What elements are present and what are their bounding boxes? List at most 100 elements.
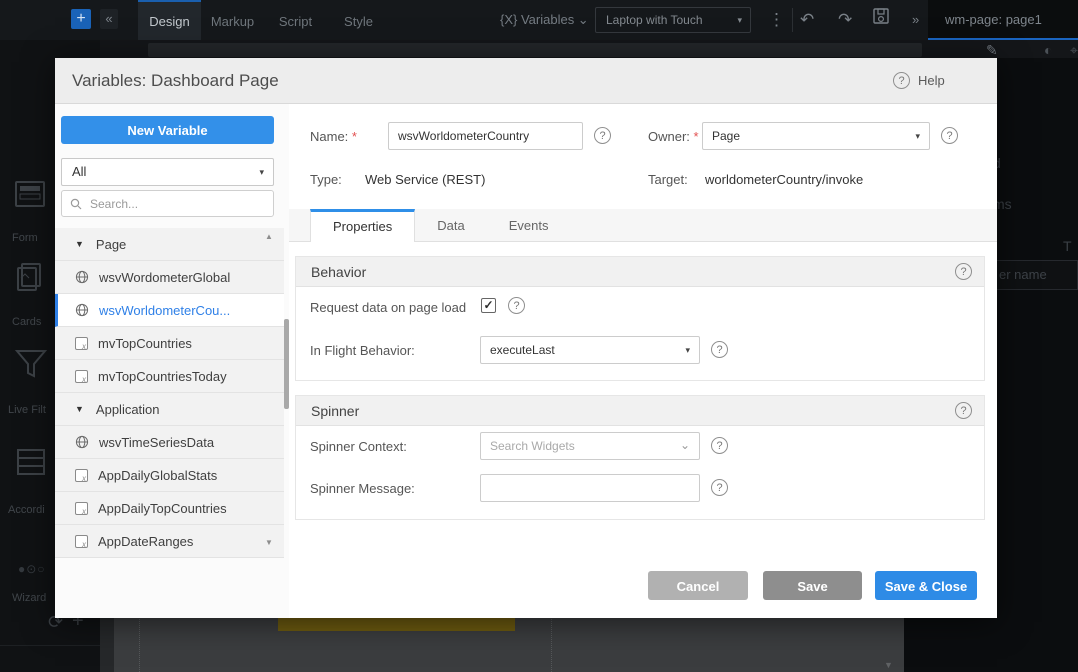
variable-label: AppDailyGlobalStats (98, 468, 217, 483)
device-selector[interactable]: Laptop with Touch ▾ (595, 7, 751, 33)
tab-events[interactable]: Events (487, 209, 571, 241)
request-data-help-icon[interactable]: ? (508, 297, 525, 314)
cards-widget-icon[interactable] (16, 262, 44, 297)
variable-item-selected[interactable]: wsvWorldometerCou... (55, 294, 284, 327)
type-label: Type: (310, 172, 342, 187)
undo-icon[interactable]: ↶ (800, 8, 814, 32)
chevron-down-icon: ▾ (259, 159, 264, 185)
variable-filter-select[interactable]: All ▾ (61, 158, 274, 186)
redo-icon[interactable]: ↷ (838, 8, 852, 32)
help-label: Help (918, 73, 945, 88)
variable-group-page[interactable]: ▼ Page (55, 228, 284, 261)
target-value: worldometerCountry/invoke (705, 172, 863, 187)
canvas-caret-icon: ▼ (884, 660, 893, 670)
tab-style[interactable]: Style (327, 0, 390, 40)
pencil-icon[interactable]: ✎ (986, 42, 998, 59)
tab-markup[interactable]: Markup (201, 0, 264, 40)
save-button[interactable]: Save (763, 571, 862, 600)
variable-search-box[interactable] (61, 190, 274, 217)
spinner-context-label: Spinner Context: (310, 439, 407, 454)
variable-item[interactable]: wsvWordometerGlobal (55, 261, 284, 294)
model-variable-icon: x (75, 337, 88, 350)
accordion-widget-label: Accordi (8, 504, 45, 516)
required-marker: * (694, 129, 699, 144)
expand-panel-button[interactable]: » (912, 8, 919, 32)
tab-design[interactable]: Design (138, 0, 201, 40)
spinner-help-icon[interactable]: ? (955, 402, 972, 419)
wizard-widget-icon[interactable]: ●⊙○ (18, 562, 46, 576)
scroll-up-icon[interactable]: ▲ (265, 232, 273, 241)
spinner-context-select[interactable]: Search Widgets ⌄ (480, 432, 700, 460)
variable-label: wsvTimeSeriesData (99, 435, 214, 450)
form-widget-label: Form (12, 232, 38, 244)
design-canvas[interactable]: ▼ (114, 612, 904, 672)
palette-icon[interactable]: ◐ (1044, 42, 1052, 58)
collapse-panel-button[interactable]: « (100, 9, 118, 29)
new-variable-button[interactable]: New Variable (61, 116, 274, 144)
name-help-icon[interactable]: ? (594, 127, 611, 144)
top-toolbar: + « Design Markup Script Style {X} Varia… (0, 0, 1078, 40)
owner-select[interactable]: Page ▾ (702, 122, 930, 150)
save-and-close-button[interactable]: Save & Close (875, 571, 977, 600)
variable-detail-tabs: Properties Data Events (289, 209, 997, 242)
save-icon[interactable] (872, 7, 890, 32)
search-input[interactable] (88, 196, 265, 212)
variable-label: wsvWorldometerCou... (99, 303, 230, 318)
spinner-context-help-icon[interactable]: ? (711, 437, 728, 454)
help-button[interactable]: ? Help (893, 72, 945, 89)
spinner-title: Spinner (311, 403, 359, 419)
tab-data[interactable]: Data (415, 209, 486, 241)
right-panel-input-fragment[interactable]: er name (990, 260, 1078, 290)
variable-item[interactable]: x AppDailyTopCountries (55, 492, 284, 525)
request-data-label: Request data on page load (310, 300, 466, 315)
inspect-icon[interactable]: ⌖ (1070, 42, 1078, 59)
model-variable-icon: x (75, 502, 88, 515)
cards-widget-label: Cards (12, 316, 41, 328)
rail-divider (0, 645, 100, 646)
variables-dialog: Variables: Dashboard Page ? Help New Var… (55, 58, 997, 618)
canvas-guide-line (139, 612, 140, 672)
variable-group-application[interactable]: ▼ Application (55, 393, 284, 426)
spinner-message-help-icon[interactable]: ? (711, 479, 728, 496)
tab-script[interactable]: Script (264, 0, 327, 40)
canvas-guide-line (551, 612, 552, 672)
live-filter-widget-icon[interactable] (14, 348, 48, 385)
variables-menu[interactable]: {X} Variables ⌄ (500, 0, 589, 40)
dialog-title: Variables: Dashboard Page (72, 71, 279, 91)
owner-label: Owner: * (648, 129, 699, 144)
add-page-button[interactable]: + (71, 9, 91, 29)
sidebar-scrollbar[interactable] (284, 319, 289, 409)
scroll-down-icon[interactable]: ▼ (265, 538, 273, 547)
inflight-behavior-select[interactable]: executeLast ▾ (480, 336, 700, 364)
kebab-menu-icon[interactable]: ⋮ (768, 8, 785, 32)
variable-item[interactable]: x mvTopCountriesToday (55, 360, 284, 393)
form-widget-icon[interactable] (14, 180, 46, 213)
editor-mode-tabs: Design Markup Script Style (138, 0, 390, 40)
live-filter-widget-label: Live Filt (8, 404, 46, 416)
behavior-help-icon[interactable]: ? (955, 263, 972, 280)
variable-item[interactable]: x mvTopCountries (55, 327, 284, 360)
right-panel-fragment: T (1063, 238, 1072, 254)
group-label: Page (96, 237, 126, 252)
model-variable-icon: x (75, 370, 88, 383)
type-value: Web Service (REST) (365, 172, 485, 187)
variable-label: AppDailyTopCountries (98, 501, 227, 516)
webservice-icon (75, 303, 89, 317)
page-file-tab[interactable]: wm-page: page1 (928, 0, 1078, 40)
variable-label: mvTopCountries (98, 336, 192, 351)
spinner-section-header: Spinner ? (296, 396, 984, 426)
variable-item[interactable]: wsvTimeSeriesData (55, 426, 284, 459)
variable-item[interactable]: x AppDateRanges (55, 525, 284, 558)
tab-properties[interactable]: Properties (310, 209, 415, 242)
spinner-message-input[interactable] (480, 474, 700, 502)
owner-help-icon[interactable]: ? (941, 127, 958, 144)
request-data-checkbox[interactable]: ✓ (481, 298, 496, 313)
inflight-help-icon[interactable]: ? (711, 341, 728, 358)
cancel-button[interactable]: Cancel (648, 571, 748, 600)
variable-item[interactable]: x AppDailyGlobalStats (55, 459, 284, 492)
accordion-widget-icon[interactable] (16, 448, 46, 481)
canvas-toolbar-strip (0, 40, 1078, 58)
inflight-behavior-value: executeLast (490, 343, 555, 357)
name-input[interactable] (388, 122, 583, 150)
dialog-header: Variables: Dashboard Page ? Help (55, 58, 997, 104)
